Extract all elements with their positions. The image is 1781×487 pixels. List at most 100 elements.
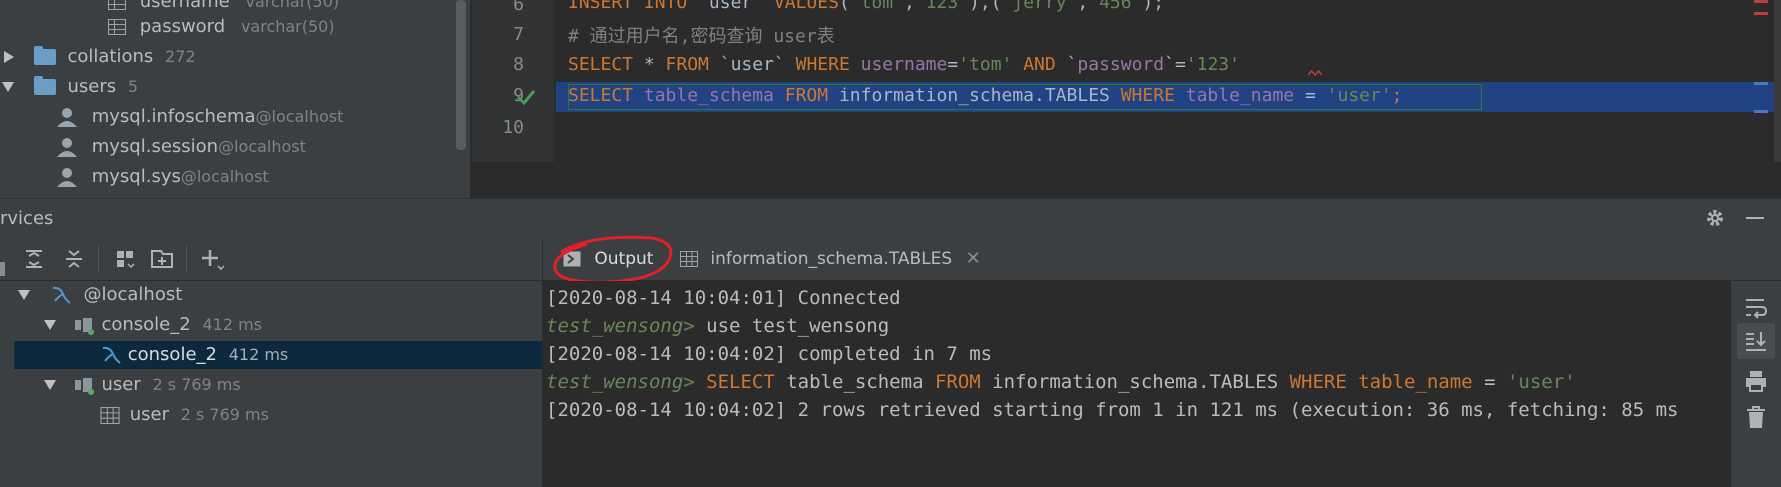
output-line: [2020-08-14 10:04:02] completed in 7 ms (546, 343, 993, 365)
trash-icon[interactable] (1742, 403, 1770, 431)
tree-item-user-sys[interactable]: mysql.sys@localhost (56, 163, 269, 191)
output-tabs: Output information_schema.TABLES ✕ (543, 235, 1781, 284)
error-marker[interactable] (1754, 12, 1768, 15)
collapse-all-icon[interactable] (60, 245, 88, 273)
expand-arrow-icon[interactable] (4, 51, 14, 63)
tab-label: information_schema.TABLES (710, 249, 953, 269)
folder-icon (33, 46, 56, 65)
tree-item-type: varchar(50) (240, 17, 335, 36)
minimize-icon[interactable] (1746, 217, 1764, 219)
editor-scrollbar[interactable] (1774, 0, 1781, 162)
services-toolbar (0, 238, 542, 281)
service-user-group[interactable]: user 2 s 769 ms (44, 371, 241, 399)
service-time: 412 ms (228, 345, 289, 364)
table-icon (100, 406, 120, 424)
code-line-7: # 通过用户名,密码查询 user表 (568, 26, 835, 47)
tree-item-host: @localhost (255, 107, 344, 126)
tree-item-label: collations (67, 46, 154, 67)
user-icon (57, 168, 77, 187)
tree-item-collations[interactable]: collations 272 (4, 43, 196, 71)
collapse-arrow-icon[interactable] (44, 320, 56, 330)
service-label: user (129, 404, 169, 425)
tree-item-label: password (139, 16, 226, 37)
services-header (0, 198, 1781, 239)
service-user-table[interactable]: user 2 s 769 ms (100, 401, 269, 429)
column-icon (108, 19, 126, 35)
user-icon (57, 138, 77, 157)
error-squiggle-icon (1308, 70, 1322, 76)
column-icon (108, 0, 126, 10)
line-number: 7 (513, 24, 524, 45)
line-number: 6 (513, 0, 524, 15)
print-icon[interactable] (1742, 367, 1770, 395)
code-lines: INSERT INTO `user` VALUES('tom','123'),(… (556, 0, 1774, 162)
expand-all-icon[interactable] (20, 245, 48, 273)
service-label: console_2 (127, 344, 217, 365)
tree-item-label: mysql.infoschema (91, 106, 256, 127)
tree-item-label: username (139, 0, 230, 12)
edge-indicator (0, 262, 5, 276)
tree-item-host: @localhost (180, 167, 269, 186)
tab-information-schema-tables[interactable]: information_schema.TABLES ✕ (679, 238, 981, 280)
service-console-group[interactable]: console_2 412 ms (44, 311, 262, 339)
close-tab-icon[interactable]: ✕ (966, 248, 981, 269)
toolbar-divider (186, 246, 187, 272)
tree-item-type: varchar(50) (245, 0, 340, 11)
console-prompt: test_wensong> (546, 315, 695, 337)
output-console[interactable]: [2020-08-14 10:04:01] Connected test_wen… (543, 281, 1731, 487)
group-by-icon[interactable] (112, 245, 140, 273)
output-line: [2020-08-14 10:04:01] Connected (546, 287, 901, 309)
output-side-toolbar (1731, 281, 1781, 487)
tree-item-user-infoschema[interactable]: mysql.infoschema@localhost (56, 103, 343, 131)
tree-item-user-session[interactable]: mysql.session@localhost (56, 133, 306, 161)
collapse-arrow-icon[interactable] (18, 290, 30, 300)
folder-icon (33, 76, 56, 95)
tree-item-host: @localhost (218, 137, 306, 156)
gear-icon[interactable] (1704, 207, 1726, 229)
soft-wrap-icon[interactable] (1742, 293, 1770, 321)
service-label: user (101, 374, 141, 395)
collapse-arrow-icon[interactable] (2, 82, 14, 92)
tree-item-users[interactable]: users 5 (2, 73, 138, 101)
line-marker[interactable] (1754, 82, 1768, 85)
checkmark-icon (516, 90, 536, 106)
service-label: @localhost (83, 284, 183, 305)
services-title: rvices (0, 208, 54, 229)
database-tree: username varchar(50) password varchar(50… (0, 0, 470, 198)
mysql-icon (52, 286, 71, 304)
output-line: [2020-08-14 10:04:02] 2 rows retrieved s… (546, 399, 1679, 421)
tree-item-label: mysql.session (91, 136, 219, 157)
line-number: 8 (513, 54, 524, 75)
console-prompt: test_wensong> (546, 371, 695, 393)
statement-outline (568, 84, 1482, 110)
tree-item-label: users (67, 76, 117, 97)
table-icon (680, 251, 698, 267)
tree-scrollbar[interactable] (456, 0, 466, 150)
service-time: 2 s 769 ms (152, 375, 241, 394)
service-localhost[interactable]: @localhost (18, 281, 182, 309)
service-label: console_2 (101, 314, 191, 335)
code-line-6: INSERT INTO `user` VALUES('tom','123'),(… (568, 0, 1165, 13)
error-marker[interactable] (1754, 0, 1768, 3)
services-tree: @localhost console_2 412 ms console_2 41… (0, 281, 542, 487)
add-icon[interactable] (198, 245, 226, 273)
new-group-icon[interactable] (148, 245, 176, 273)
output-line: test_wensong> use test_wensong (546, 315, 890, 337)
red-annotation-circle (553, 235, 673, 284)
service-console-selected[interactable]: console_2 412 ms (14, 341, 542, 369)
service-time: 412 ms (202, 315, 262, 334)
line-marker[interactable] (1754, 110, 1768, 113)
code-line-8: SELECT * FROM `user` WHERE username='tom… (568, 54, 1240, 75)
tree-item-count: 272 (165, 47, 196, 66)
toolbar-divider (98, 246, 99, 272)
service-time: 2 s 769 ms (180, 405, 269, 424)
collapse-arrow-icon[interactable] (44, 380, 56, 390)
console-icon (74, 378, 94, 395)
scroll-to-end-icon[interactable] (1742, 327, 1770, 355)
line-number: 10 (502, 117, 524, 138)
tree-item-count: 5 (127, 77, 139, 96)
tree-item-label: mysql.sys (91, 166, 181, 187)
tree-item-password[interactable]: password varchar(50) (108, 13, 335, 41)
output-line: test_wensong> SELECT table_schema FROM i… (546, 371, 1576, 393)
editor-gutter: 6 7 8 9 10 (472, 0, 554, 162)
